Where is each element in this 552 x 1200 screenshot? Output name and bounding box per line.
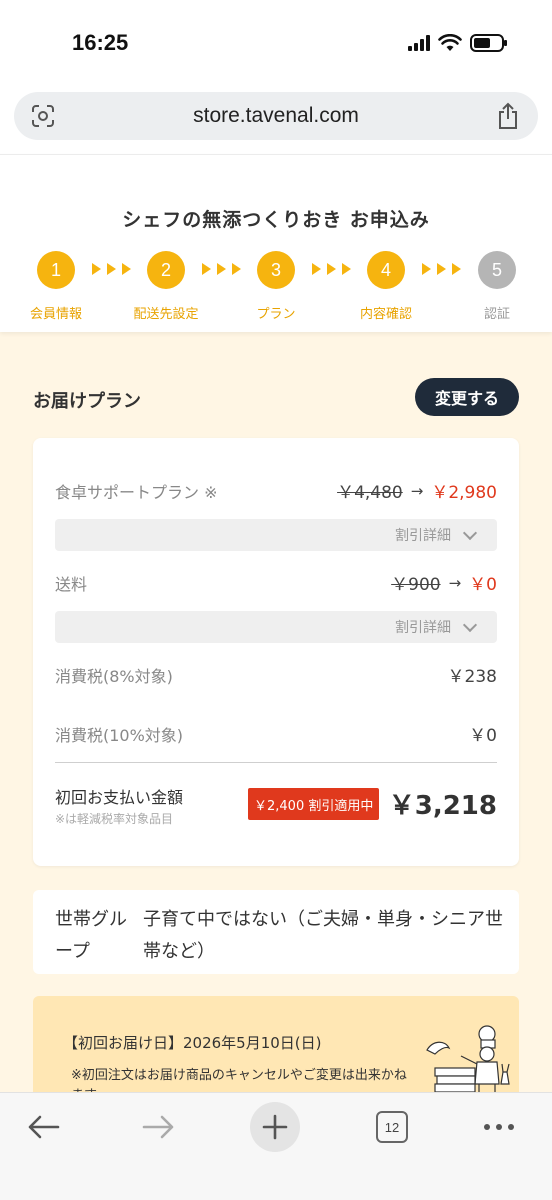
- discount-details-label: 割引詳細: [395, 620, 451, 636]
- status-bar: 16:25: [0, 0, 552, 86]
- discount-details-label: 割引詳細: [395, 528, 451, 544]
- page-scan-icon[interactable]: [30, 104, 56, 128]
- reduced-tax-note: ※は軽減税率対象品目: [55, 812, 174, 826]
- first-delivery-date: 【初回お届け日】2026年5月10日(日): [63, 1034, 322, 1052]
- back-arrow-icon: [28, 1115, 60, 1139]
- right-arrow-icon: →: [448, 573, 462, 592]
- step-label: 内容確認: [359, 307, 412, 322]
- forward-arrow-icon: [142, 1115, 174, 1139]
- address-bar[interactable]: store.tavenal.com: [14, 92, 538, 140]
- progress-steps: 1 会員情報 2 配送先設定 3 プラン 4 内容確認 5 認証: [0, 251, 552, 322]
- original-price: ￥900: [391, 575, 441, 595]
- plan-summary-card: 食卓サポートプラン ※ ￥4,480 → ￥2,980 割引詳細 送料 ￥900…: [33, 438, 519, 866]
- first-delivery-card: 【初回お届け日】2026年5月10日(日) ※初回注文はお届け商品のキャンセルや…: [33, 996, 519, 1092]
- plan-name: 食卓サポートプラン ※: [55, 482, 218, 502]
- tab-switcher-button[interactable]: 12: [372, 1105, 412, 1149]
- step-arrows: [422, 263, 461, 275]
- step-5: 5 認証: [457, 251, 537, 322]
- step-number: 3: [257, 251, 295, 289]
- status-time: 16:25: [72, 30, 129, 55]
- chevron-down-icon: [462, 617, 478, 632]
- browser-toolbar: 12: [0, 1092, 552, 1200]
- chevron-down-icon: [462, 525, 478, 540]
- tax-8-row: 消費税(8%対象) ￥238: [55, 662, 497, 688]
- plan-price: ￥4,480 → ￥2,980: [337, 478, 497, 504]
- right-arrow-icon: →: [410, 481, 424, 500]
- step-number: 4: [367, 251, 405, 289]
- discounted-price: ￥0: [469, 575, 497, 595]
- total-label: 初回お支払い金額: [55, 788, 184, 807]
- step-label: 認証: [483, 307, 510, 322]
- step-number: 1: [37, 251, 75, 289]
- change-plan-button[interactable]: 変更する: [415, 378, 519, 416]
- main-content: お届けプラン 変更する 食卓サポートプラン ※ ￥4,480 → ￥2,980 …: [0, 332, 552, 1092]
- url-text[interactable]: store.tavenal.com: [193, 104, 359, 128]
- plan-price-row: 食卓サポートプラン ※ ￥4,480 → ￥2,980: [55, 478, 497, 504]
- forward-button[interactable]: [136, 1105, 182, 1149]
- wifi-icon: [438, 34, 462, 51]
- step-label: 配送先設定: [133, 307, 199, 322]
- step-1: 1 会員情報: [16, 251, 96, 322]
- original-price: ￥4,480: [337, 483, 403, 503]
- shipping-row: 送料 ￥900 → ￥0: [55, 570, 497, 596]
- shipping-label: 送料: [55, 574, 88, 594]
- step-2: 2 配送先設定: [126, 251, 206, 322]
- step-number: 5: [478, 251, 516, 289]
- plus-icon: [250, 1102, 300, 1152]
- tax-8-value: ￥238: [447, 667, 497, 687]
- back-button[interactable]: [20, 1105, 66, 1149]
- plan-discount-details-toggle[interactable]: 割引詳細: [55, 519, 497, 551]
- step-number: 2: [147, 251, 185, 289]
- divider: [55, 762, 497, 763]
- shipping-discount-details-toggle[interactable]: 割引詳細: [55, 611, 497, 643]
- status-icons: [408, 34, 507, 52]
- household-group-value: 子育て中ではない（ご夫婦・単身・シニア世帯など）: [143, 909, 503, 962]
- step-label: 会員情報: [29, 307, 82, 322]
- checkout-header: シェフの無添つくりおき お申込み 1 会員情報 2 配送先設定 3 プラン 4 …: [0, 154, 552, 332]
- discount-badge: ￥2,400 割引適用中: [248, 788, 380, 820]
- tax-10-row: 消費税(10%対象) ￥0: [55, 721, 497, 747]
- share-icon[interactable]: [496, 102, 520, 130]
- tax-10-value: ￥0: [469, 726, 497, 746]
- page-title: シェフの無添つくりおき お申込み: [122, 209, 430, 231]
- step-4: 4 内容確認: [346, 251, 426, 322]
- shipping-price: ￥900 → ￥0: [391, 570, 497, 596]
- discounted-price: ￥2,980: [431, 483, 497, 503]
- household-group-card: 世帯グループ 子育て中ではない（ご夫婦・単身・シニア世帯など）: [33, 890, 519, 974]
- tax-8-label: 消費税(8%対象): [55, 666, 173, 686]
- tab-count: 12: [376, 1111, 408, 1143]
- battery-icon: [470, 34, 507, 52]
- new-tab-button[interactable]: [250, 1102, 300, 1152]
- more-menu-button[interactable]: [476, 1105, 522, 1149]
- step-3: 3 プラン: [236, 251, 316, 322]
- household-group-label: 世帯グループ: [55, 909, 127, 962]
- total-amount: ￥3,218: [388, 791, 497, 821]
- tax-10-label: 消費税(10%対象): [55, 725, 184, 745]
- chef-illustration: [426, 1025, 510, 1092]
- delivery-note: ※初回注文はお届け商品のキャンセルやご変更は出来かねます: [71, 1068, 407, 1092]
- more-icon: [484, 1124, 514, 1130]
- cellular-signal-icon: [408, 35, 430, 51]
- step-label: プラン: [256, 307, 296, 322]
- section-title: お届けプラン: [33, 391, 141, 412]
